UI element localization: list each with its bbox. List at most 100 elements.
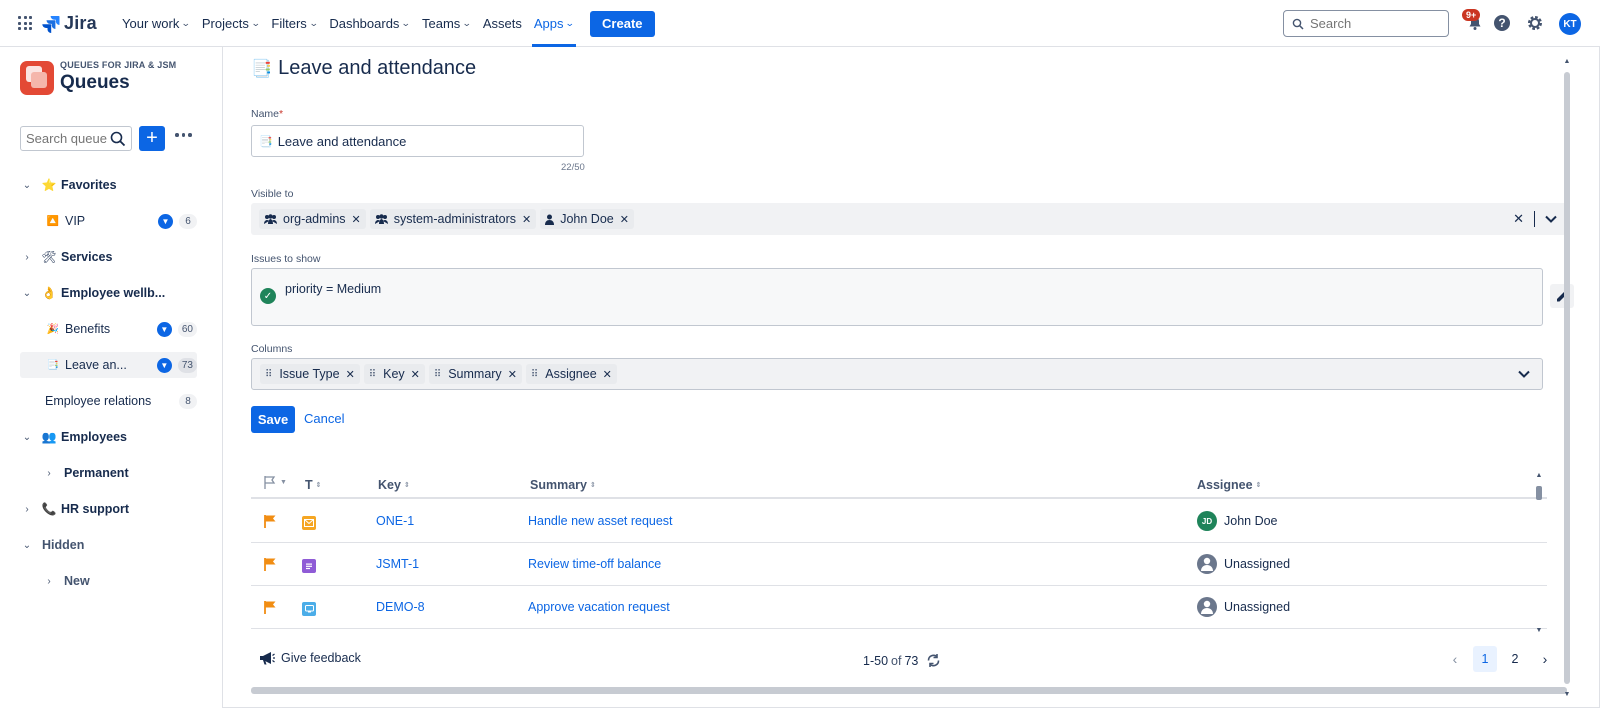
column-chip[interactable]: ⠿ Issue Type ✕ — [260, 364, 360, 384]
table-scrollbar[interactable]: ▲ ▼ — [1534, 472, 1544, 634]
drag-handle-icon[interactable]: ⠿ — [434, 369, 441, 380]
jql-query-box[interactable]: ✓ priority = Medium — [251, 268, 1543, 326]
column-chip[interactable]: ⠿ Assignee ✕ — [525, 364, 617, 384]
nav-teams[interactable]: Teams ⌄ — [416, 0, 477, 47]
drag-handle-icon[interactable]: ⠿ — [265, 369, 272, 380]
global-search[interactable] — [1283, 10, 1449, 37]
nav-dashboards[interactable]: Dashboards ⌄ — [323, 0, 416, 47]
chevron-right-icon[interactable]: › — [42, 468, 56, 479]
flag-icon[interactable] — [263, 600, 277, 615]
tree-item-favorites[interactable]: ⌄ ⭐ Favorites — [20, 172, 197, 198]
nav-your-work[interactable]: Your work ⌄ — [116, 0, 196, 47]
global-search-input[interactable] — [1310, 16, 1430, 31]
remove-chip-icon[interactable]: ✕ — [620, 213, 629, 226]
flag-icon[interactable] — [263, 557, 277, 572]
logo-text: Jira — [64, 13, 97, 33]
issue-key-link[interactable]: DEMO-8 — [376, 600, 425, 614]
columns-label: Columns — [251, 343, 293, 355]
nav-assets[interactable]: Assets — [477, 0, 528, 47]
chevron-down-icon[interactable]: ⌄ — [20, 540, 34, 551]
scroll-down-icon[interactable]: ▼ — [1562, 691, 1572, 698]
queue-search-input[interactable] — [26, 131, 110, 146]
scroll-down-icon[interactable]: ▼ — [1534, 627, 1544, 634]
queue-name-input[interactable] — [277, 133, 568, 149]
scrollbar-thumb[interactable] — [1564, 72, 1570, 684]
horizontal-scrollbar[interactable] — [251, 687, 1567, 694]
add-queue-button[interactable]: + — [139, 126, 165, 151]
create-button[interactable]: Create — [590, 10, 655, 37]
issue-summary-link[interactable]: Review time-off balance — [528, 557, 661, 571]
issue-key-link[interactable]: JSMT-1 — [376, 557, 419, 571]
remove-chip-icon[interactable]: ✕ — [346, 368, 355, 381]
more-options-icon[interactable] — [175, 133, 192, 137]
remove-chip-icon[interactable]: ✕ — [508, 368, 517, 381]
jira-logo[interactable]: Jira — [42, 13, 97, 34]
give-feedback-button[interactable]: Give feedback — [259, 651, 361, 665]
flag-column-header[interactable]: ▼ — [263, 475, 287, 490]
nav-projects[interactable]: Projects ⌄ — [196, 0, 266, 47]
table-row[interactable]: JSMT-1 Review time-off balance Unassigne… — [251, 544, 1547, 586]
chevron-right-icon[interactable]: › — [20, 252, 34, 263]
table-row[interactable]: ONE-1 Handle new asset request JD John D… — [251, 501, 1547, 543]
chevron-right-icon[interactable]: › — [20, 504, 34, 515]
tree-item-permanent[interactable]: › Permanent — [20, 460, 197, 486]
queue-name-field[interactable]: 📑 — [251, 125, 584, 157]
issue-summary-link[interactable]: Approve vacation request — [528, 600, 670, 614]
chevron-right-icon[interactable]: › — [42, 576, 56, 587]
settings-button[interactable] — [1525, 13, 1545, 33]
help-button[interactable]: ? — [1492, 13, 1512, 33]
summary-column-header[interactable]: Summary ⇕ — [530, 478, 596, 492]
refresh-icon[interactable] — [926, 653, 941, 668]
chevron-down-icon[interactable] — [1545, 215, 1557, 223]
chevron-down-icon[interactable]: ⌄ — [20, 180, 34, 191]
table-row[interactable]: DEMO-8 Approve vacation request Unassign… — [251, 587, 1547, 629]
type-column-header[interactable]: T ⇕ — [305, 478, 322, 492]
flag-icon[interactable] — [263, 514, 277, 529]
user-avatar[interactable]: KT — [1559, 13, 1581, 35]
tree-item-employee-wellbeing[interactable]: ⌄ 👌 Employee wellb... — [20, 280, 197, 306]
remove-chip-icon[interactable]: ✕ — [411, 368, 420, 381]
clear-icon[interactable]: ✕ — [1513, 211, 1524, 227]
remove-chip-icon[interactable]: ✕ — [603, 368, 612, 381]
tree-item-leave-and-attendance[interactable]: 📑 Leave an... ▼ 73 — [20, 352, 197, 378]
queue-search[interactable] — [20, 126, 132, 151]
scroll-up-icon[interactable]: ▲ — [1562, 58, 1572, 65]
app-switcher-icon[interactable] — [18, 16, 32, 30]
page-button-1[interactable]: 1 — [1473, 646, 1497, 672]
chevron-right-icon[interactable]: › — [1533, 646, 1557, 672]
tree-item-employee-relations[interactable]: Employee relations 8 — [20, 388, 197, 414]
cancel-button[interactable]: Cancel — [304, 411, 344, 426]
chevron-down-icon[interactable]: ⌄ — [20, 288, 34, 299]
page-scrollbar[interactable]: ▲ ▼ — [1562, 58, 1572, 698]
assignee-column-header[interactable]: Assignee ⇕ — [1197, 478, 1261, 492]
drag-handle-icon[interactable]: ⠿ — [369, 369, 376, 380]
tree-item-hr-support[interactable]: › 📞 HR support — [20, 496, 197, 522]
tree-item-employees[interactable]: ⌄ 👥 Employees — [20, 424, 197, 450]
visible-to-select[interactable]: org-admins ✕ system-administrators ✕ Joh… — [251, 203, 1569, 235]
tree-item-label: New — [64, 574, 90, 588]
chevron-left-icon[interactable]: ‹ — [1443, 646, 1467, 672]
chevron-down-icon[interactable]: ⌄ — [20, 432, 34, 443]
save-button[interactable]: Save — [251, 406, 295, 433]
tree-item-hidden[interactable]: ⌄ Hidden — [20, 532, 197, 558]
issue-summary-link[interactable]: Handle new asset request — [528, 514, 673, 528]
tree-item-new[interactable]: › New — [20, 568, 197, 594]
tree-item-vip[interactable]: 🔼 VIP ▼ 6 — [20, 208, 197, 234]
nav-apps[interactable]: Apps ⌄ — [528, 0, 580, 47]
chevron-down-icon[interactable] — [1518, 370, 1530, 378]
issue-key-link[interactable]: ONE-1 — [376, 514, 414, 528]
scrollbar-thumb[interactable] — [1536, 486, 1542, 500]
remove-chip-icon[interactable]: ✕ — [352, 213, 361, 226]
nav-filters[interactable]: Filters ⌄ — [265, 0, 323, 47]
drag-handle-icon[interactable]: ⠿ — [531, 369, 538, 380]
scroll-up-icon[interactable]: ▲ — [1534, 472, 1544, 479]
remove-chip-icon[interactable]: ✕ — [522, 213, 531, 226]
column-chip[interactable]: ⠿ Summary ✕ — [428, 364, 522, 384]
envelope-icon — [302, 516, 316, 530]
page-button-2[interactable]: 2 — [1503, 646, 1527, 672]
column-chip[interactable]: ⠿ Key ✕ — [363, 364, 425, 384]
key-column-header[interactable]: Key ⇕ — [378, 478, 410, 492]
columns-select[interactable]: ⠿ Issue Type ✕ ⠿ Key ✕ ⠿ Summary ✕ ⠿ Ass… — [251, 358, 1543, 390]
tree-item-services[interactable]: › 🛠 Services — [20, 244, 197, 270]
tree-item-benefits[interactable]: 🎉 Benefits ▼ 60 — [20, 316, 197, 342]
